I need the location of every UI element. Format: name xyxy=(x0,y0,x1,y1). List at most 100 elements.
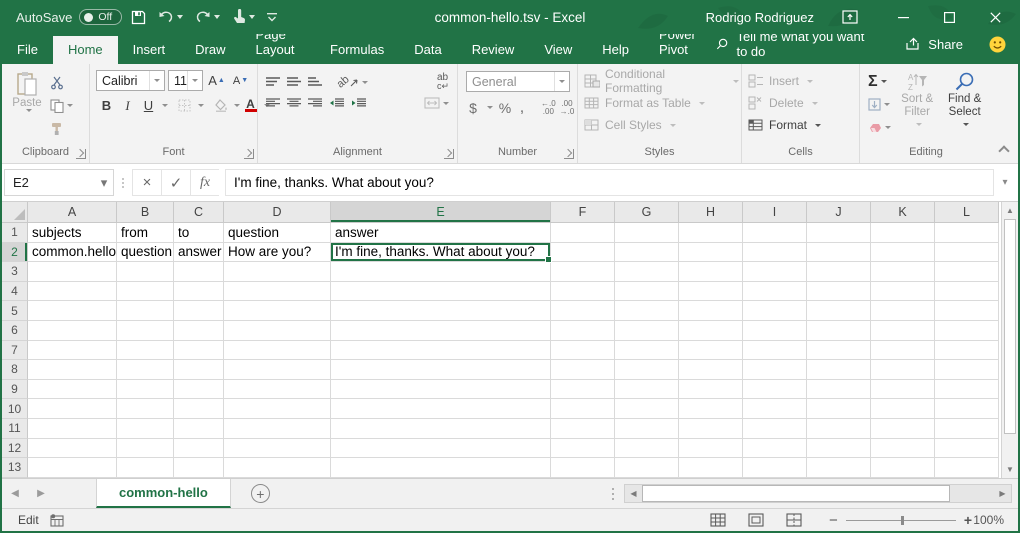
touch-mouse-mode-button[interactable] xyxy=(229,7,258,27)
column-header-H[interactable]: H xyxy=(679,202,743,223)
cell-H9[interactable] xyxy=(679,380,743,400)
sheet-tab-common-hello[interactable]: common-hello xyxy=(96,479,231,508)
cell-G7[interactable] xyxy=(615,341,679,361)
alignment-dialog-launcher[interactable] xyxy=(444,149,454,159)
italic-button[interactable]: I xyxy=(117,95,138,116)
horizontal-scrollbar[interactable]: ◀ ▶ xyxy=(624,484,1012,503)
share-button[interactable]: Share xyxy=(905,37,963,52)
cell-L12[interactable] xyxy=(935,439,999,459)
tab-help[interactable]: Help xyxy=(587,36,644,64)
row-header-11[interactable]: 11 xyxy=(2,419,28,439)
cell-E11[interactable] xyxy=(331,419,551,439)
cell-B1[interactable]: from xyxy=(117,223,174,243)
name-box[interactable]: E2 ▾ xyxy=(4,169,114,196)
row-header-6[interactable]: 6 xyxy=(2,321,28,341)
cell-F13[interactable] xyxy=(551,458,615,478)
cell-A5[interactable] xyxy=(28,301,117,321)
cell-C4[interactable] xyxy=(174,282,224,302)
vertical-scrollbar[interactable]: ▲ ▼ xyxy=(1001,202,1018,478)
column-header-C[interactable]: C xyxy=(174,202,224,223)
formula-input[interactable]: I'm fine, thanks. What about you? xyxy=(225,169,994,196)
format-painter-button[interactable] xyxy=(50,118,73,139)
cell-E3[interactable] xyxy=(331,262,551,282)
cell-G8[interactable] xyxy=(615,360,679,380)
cell-E10[interactable] xyxy=(331,399,551,419)
cell-F10[interactable] xyxy=(551,399,615,419)
cell-F6[interactable] xyxy=(551,321,615,341)
cell-D3[interactable] xyxy=(224,262,331,282)
cell-L7[interactable] xyxy=(935,341,999,361)
cell-H2[interactable] xyxy=(679,243,743,263)
cell-D1[interactable]: question xyxy=(224,223,331,243)
cell-G12[interactable] xyxy=(615,439,679,459)
cell-J7[interactable] xyxy=(807,341,871,361)
cell-L10[interactable] xyxy=(935,399,999,419)
cell-F1[interactable] xyxy=(551,223,615,243)
cell-F7[interactable] xyxy=(551,341,615,361)
cell-H8[interactable] xyxy=(679,360,743,380)
cell-I2[interactable] xyxy=(743,243,807,263)
cell-D2[interactable]: How are you? xyxy=(224,243,331,263)
collapse-ribbon-icon[interactable] xyxy=(998,145,1009,156)
cell-B10[interactable] xyxy=(117,399,174,419)
font-dialog-launcher[interactable] xyxy=(244,149,254,159)
decrease-decimal-button[interactable]: .00→.0 xyxy=(560,100,575,116)
cell-L13[interactable] xyxy=(935,458,999,478)
cell-C5[interactable] xyxy=(174,301,224,321)
column-header-J[interactable]: J xyxy=(807,202,871,223)
cell-H12[interactable] xyxy=(679,439,743,459)
fill-dropdown-caret[interactable] xyxy=(884,103,890,106)
cell-G9[interactable] xyxy=(615,380,679,400)
cell-A8[interactable] xyxy=(28,360,117,380)
cell-J1[interactable] xyxy=(807,223,871,243)
column-header-B[interactable]: B xyxy=(117,202,174,223)
tab-view[interactable]: View xyxy=(529,36,587,64)
cell-A10[interactable] xyxy=(28,399,117,419)
column-header-D[interactable]: D xyxy=(224,202,331,223)
cell-J10[interactable] xyxy=(807,399,871,419)
cell-E4[interactable] xyxy=(331,282,551,302)
borders-button[interactable] xyxy=(174,95,195,116)
cell-B9[interactable] xyxy=(117,380,174,400)
cell-L11[interactable] xyxy=(935,419,999,439)
save-button[interactable] xyxy=(128,8,149,27)
cell-L2[interactable] xyxy=(935,243,999,263)
row-header-12[interactable]: 12 xyxy=(2,439,28,459)
cell-B5[interactable] xyxy=(117,301,174,321)
orientation-dropdown-caret[interactable] xyxy=(362,81,368,84)
cell-D10[interactable] xyxy=(224,399,331,419)
zoom-slider-handle[interactable] xyxy=(901,516,904,525)
cell-F5[interactable] xyxy=(551,301,615,321)
cell-L3[interactable] xyxy=(935,262,999,282)
tab-insert[interactable]: Insert xyxy=(118,36,181,64)
cell-G1[interactable] xyxy=(615,223,679,243)
cell-E6[interactable] xyxy=(331,321,551,341)
scroll-left-arrow[interactable]: ◀ xyxy=(625,485,642,502)
format-as-table-button[interactable]: Format as Table xyxy=(580,92,739,114)
cell-K8[interactable] xyxy=(871,360,935,380)
cell-I10[interactable] xyxy=(743,399,807,419)
cell-A12[interactable] xyxy=(28,439,117,459)
column-header-G[interactable]: G xyxy=(615,202,679,223)
scroll-right-arrow[interactable]: ▶ xyxy=(994,485,1011,502)
copy-button[interactable] xyxy=(50,95,73,116)
cell-G4[interactable] xyxy=(615,282,679,302)
orientation-button[interactable]: ab xyxy=(337,76,368,88)
column-header-I[interactable]: I xyxy=(743,202,807,223)
find-select-button[interactable]: Find & Select xyxy=(939,68,990,139)
horizontal-scroll-thumb[interactable] xyxy=(642,485,950,502)
cell-L8[interactable] xyxy=(935,360,999,380)
cell-D5[interactable] xyxy=(224,301,331,321)
cell-A4[interactable] xyxy=(28,282,117,302)
accounting-format-button[interactable]: $ xyxy=(466,97,480,118)
cell-I4[interactable] xyxy=(743,282,807,302)
cell-G13[interactable] xyxy=(615,458,679,478)
align-right-icon[interactable] xyxy=(308,98,322,108)
enter-button[interactable]: ✓ xyxy=(161,169,190,196)
comma-style-button[interactable]: , xyxy=(517,97,527,118)
redo-button[interactable] xyxy=(192,8,223,26)
tab-formulas[interactable]: Formulas xyxy=(315,36,399,64)
conditional-formatting-button[interactable]: Conditional Formatting xyxy=(580,70,739,92)
cell-C1[interactable]: to xyxy=(174,223,224,243)
cell-G11[interactable] xyxy=(615,419,679,439)
